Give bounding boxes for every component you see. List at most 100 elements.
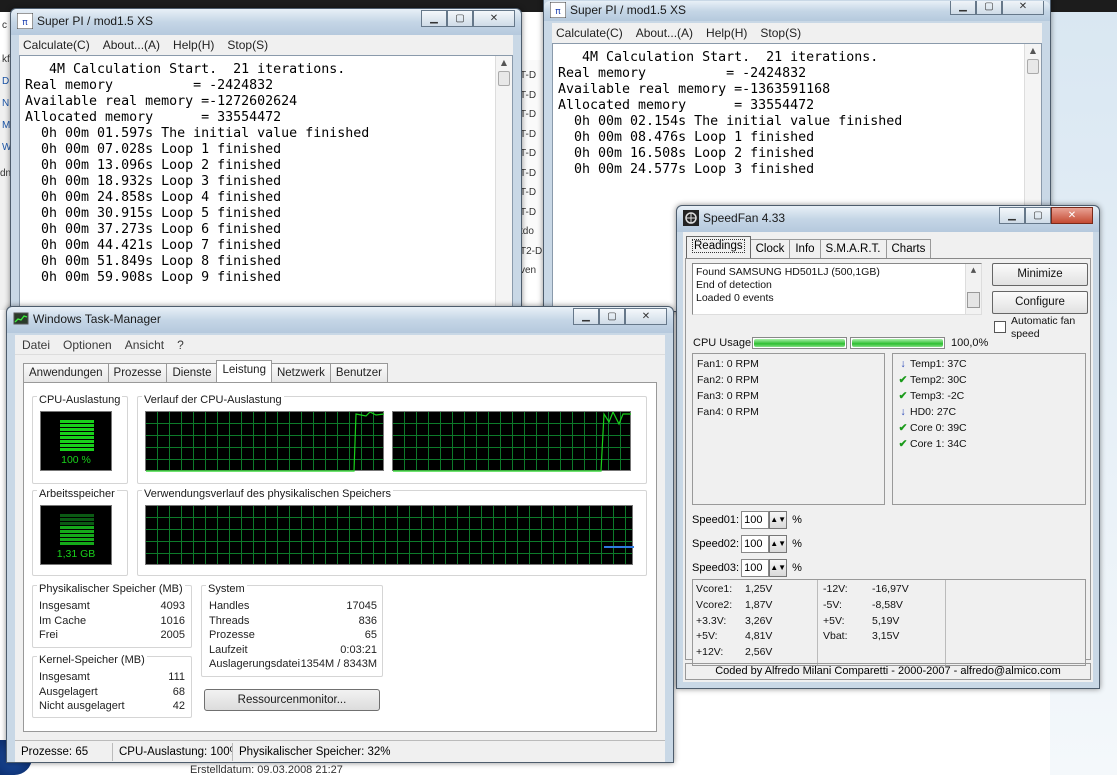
tab-prozesse[interactable]: Prozesse xyxy=(107,363,168,382)
meter-segment xyxy=(60,530,94,533)
speed03-spinner-icon[interactable]: ▲▼ xyxy=(769,559,788,577)
speed01-spinner-icon[interactable]: ▲▼ xyxy=(769,511,788,529)
speed01-input[interactable]: 100 xyxy=(741,511,770,529)
minimize-button[interactable]: ▁ xyxy=(421,10,447,27)
tab-netzwerk[interactable]: Netzwerk xyxy=(270,363,331,382)
log-scrollbar[interactable]: ▲ xyxy=(965,264,981,314)
menu-stop[interactable]: Stop(S) xyxy=(760,26,801,40)
temperature-text: Core 1: 34C xyxy=(910,438,967,450)
menu-ansicht[interactable]: Ansicht xyxy=(125,338,164,352)
stat-label: Laufzeit xyxy=(209,643,248,656)
taskmanager-titlebar[interactable]: Windows Task-Manager ▁ ▢ ✕ xyxy=(7,307,673,333)
stat-row: Ausgelagert 68 xyxy=(39,685,185,700)
cpu-usage-value: 100 % xyxy=(61,454,91,466)
output-line: 0h 00m 24.577s Loop 3 finished xyxy=(558,162,815,177)
menu-stop[interactable]: Stop(S) xyxy=(227,38,268,52)
tab-anwendungen[interactable]: Anwendungen xyxy=(23,363,109,382)
stat-row: Prozesse 65 xyxy=(209,628,377,643)
temperature-reading: ✔ Temp3: -2C xyxy=(896,388,1082,404)
maximize-button[interactable]: ▢ xyxy=(976,1,1002,15)
output-line: Available real memory =-1363591168 xyxy=(558,82,831,97)
resource-monitor-button[interactable]: Ressourcenmonitor... xyxy=(204,689,380,711)
close-button[interactable]: ✕ xyxy=(1002,1,1044,15)
stat-label: Ausgelagert xyxy=(39,685,98,698)
maximize-button[interactable]: ▢ xyxy=(1025,207,1051,224)
menu-help[interactable]: ? xyxy=(177,338,184,352)
speed02-spinner-icon[interactable]: ▲▼ xyxy=(769,535,788,553)
superpi-titlebar[interactable]: π Super PI / mod1.5 XS ▁ ▢ ✕ xyxy=(11,9,521,35)
scroll-thumb[interactable] xyxy=(498,71,510,86)
memory-meter: 1,31 GB xyxy=(40,505,112,565)
stat-value: 17045 xyxy=(346,600,377,612)
maximize-button[interactable]: ▢ xyxy=(599,308,625,325)
tab-dienste[interactable]: Dienste xyxy=(166,363,218,382)
meter-segment xyxy=(60,448,94,451)
check-icon: ✔ xyxy=(898,374,908,386)
tab-leistung[interactable]: Leistung xyxy=(216,360,272,382)
voltage-label: -12V: xyxy=(823,583,848,595)
menu-calculate[interactable]: Calculate(C) xyxy=(23,38,90,52)
tab-clock[interactable]: Clock xyxy=(749,239,791,258)
cpu-usage-fill xyxy=(852,339,943,347)
output-console[interactable]: 4M Calculation Start. 21 iterations. Real… xyxy=(19,55,513,312)
scroll-up-icon[interactable]: ▲ xyxy=(496,56,512,70)
voltage-label: +3.3V: xyxy=(696,614,727,627)
output-line: 0h 00m 37.273s Loop 6 finished xyxy=(25,222,282,237)
tab-smart[interactable]: S.M.A.R.T. xyxy=(819,239,887,258)
close-button[interactable]: ✕ xyxy=(1051,207,1093,224)
configure-button[interactable]: Configure xyxy=(992,291,1088,314)
stat-value: 68 xyxy=(172,685,185,698)
scroll-thumb[interactable] xyxy=(1027,59,1039,74)
tab-charts[interactable]: Charts xyxy=(885,239,932,258)
tab-info[interactable]: Info xyxy=(789,239,821,258)
menu-calculate[interactable]: Calculate(C) xyxy=(556,26,623,40)
check-icon: ✔ xyxy=(898,422,908,434)
menu-optionen[interactable]: Optionen xyxy=(63,338,112,352)
maximize-button[interactable]: ▢ xyxy=(447,10,473,27)
voltage-row: Vbat: 3,15V xyxy=(823,629,909,645)
voltage-row: Vcore1: 1,25V xyxy=(696,582,772,598)
cpu-usage-label: CPU-Auslastung xyxy=(37,394,123,406)
superpi-titlebar[interactable]: π Super PI / mod1.5 XS ▁ ▢ ✕ xyxy=(544,1,1050,21)
memory-group: Arbeitsspeicher 1,31 GB xyxy=(32,488,128,576)
vertical-scrollbar[interactable]: ▲ xyxy=(495,56,512,312)
voltage-row: +5V: 4,81V xyxy=(696,629,772,645)
menu-about[interactable]: About...(A) xyxy=(103,38,160,52)
menu-help[interactable]: Help(H) xyxy=(173,38,214,52)
automatic-fan-speed-checkbox[interactable] xyxy=(994,321,1006,333)
speed03-input[interactable]: 100 xyxy=(741,559,770,577)
scroll-up-icon[interactable]: ▲ xyxy=(1025,44,1041,58)
menu-datei[interactable]: Datei xyxy=(22,338,50,352)
menu-about[interactable]: About...(A) xyxy=(636,26,693,40)
tab-benutzer[interactable]: Benutzer xyxy=(329,363,388,382)
cpu-usage-bar-1 xyxy=(752,337,847,349)
stat-value: 1354M / 8343M xyxy=(300,658,377,671)
meter-segment xyxy=(60,436,94,439)
minimize-button[interactable]: ▁ xyxy=(950,1,976,15)
minimize-button[interactable]: ▁ xyxy=(573,308,599,325)
cpu-history-line-1 xyxy=(146,412,385,472)
close-button[interactable]: ✕ xyxy=(625,308,667,325)
stat-row: Threads 836 xyxy=(209,614,377,629)
output-line: 4M Calculation Start. 21 iterations. xyxy=(25,62,346,77)
minimize-speedfan-button[interactable]: Minimize xyxy=(992,263,1088,286)
speed02-input[interactable]: 100 xyxy=(741,535,770,553)
memory-history-graph xyxy=(145,505,634,565)
menu-help[interactable]: Help(H) xyxy=(706,26,747,40)
tab-label: Readings xyxy=(692,239,745,253)
output-line: 0h 00m 44.421s Loop 7 finished xyxy=(25,238,282,253)
event-log[interactable]: Found SAMSUNG HD501LJ (500,1GB) End of d… xyxy=(692,263,982,315)
output-line: 4M Calculation Start. 21 iterations. xyxy=(558,50,879,65)
voltage-value: 5,19V xyxy=(872,614,900,627)
svg-text:π: π xyxy=(22,18,28,28)
scroll-up-icon[interactable]: ▲ xyxy=(966,264,981,276)
stat-row: Frei 2005 xyxy=(39,628,185,643)
minimize-button[interactable]: ▁ xyxy=(999,207,1025,224)
system-stats: Handles 17045 Threads 836 Prozesse 65 Laufzeit… xyxy=(209,599,377,672)
stat-value: 4093 xyxy=(160,600,185,612)
speedfan-titlebar[interactable]: SpeedFan 4.33 ▁ ▢ ✕ xyxy=(677,206,1099,232)
output-text: 4M Calculation Start. 21 iterations. Real… xyxy=(553,44,1041,178)
tab-readings[interactable]: Readings xyxy=(686,236,751,258)
close-button[interactable]: ✕ xyxy=(473,10,515,27)
scroll-thumb[interactable] xyxy=(967,292,980,308)
